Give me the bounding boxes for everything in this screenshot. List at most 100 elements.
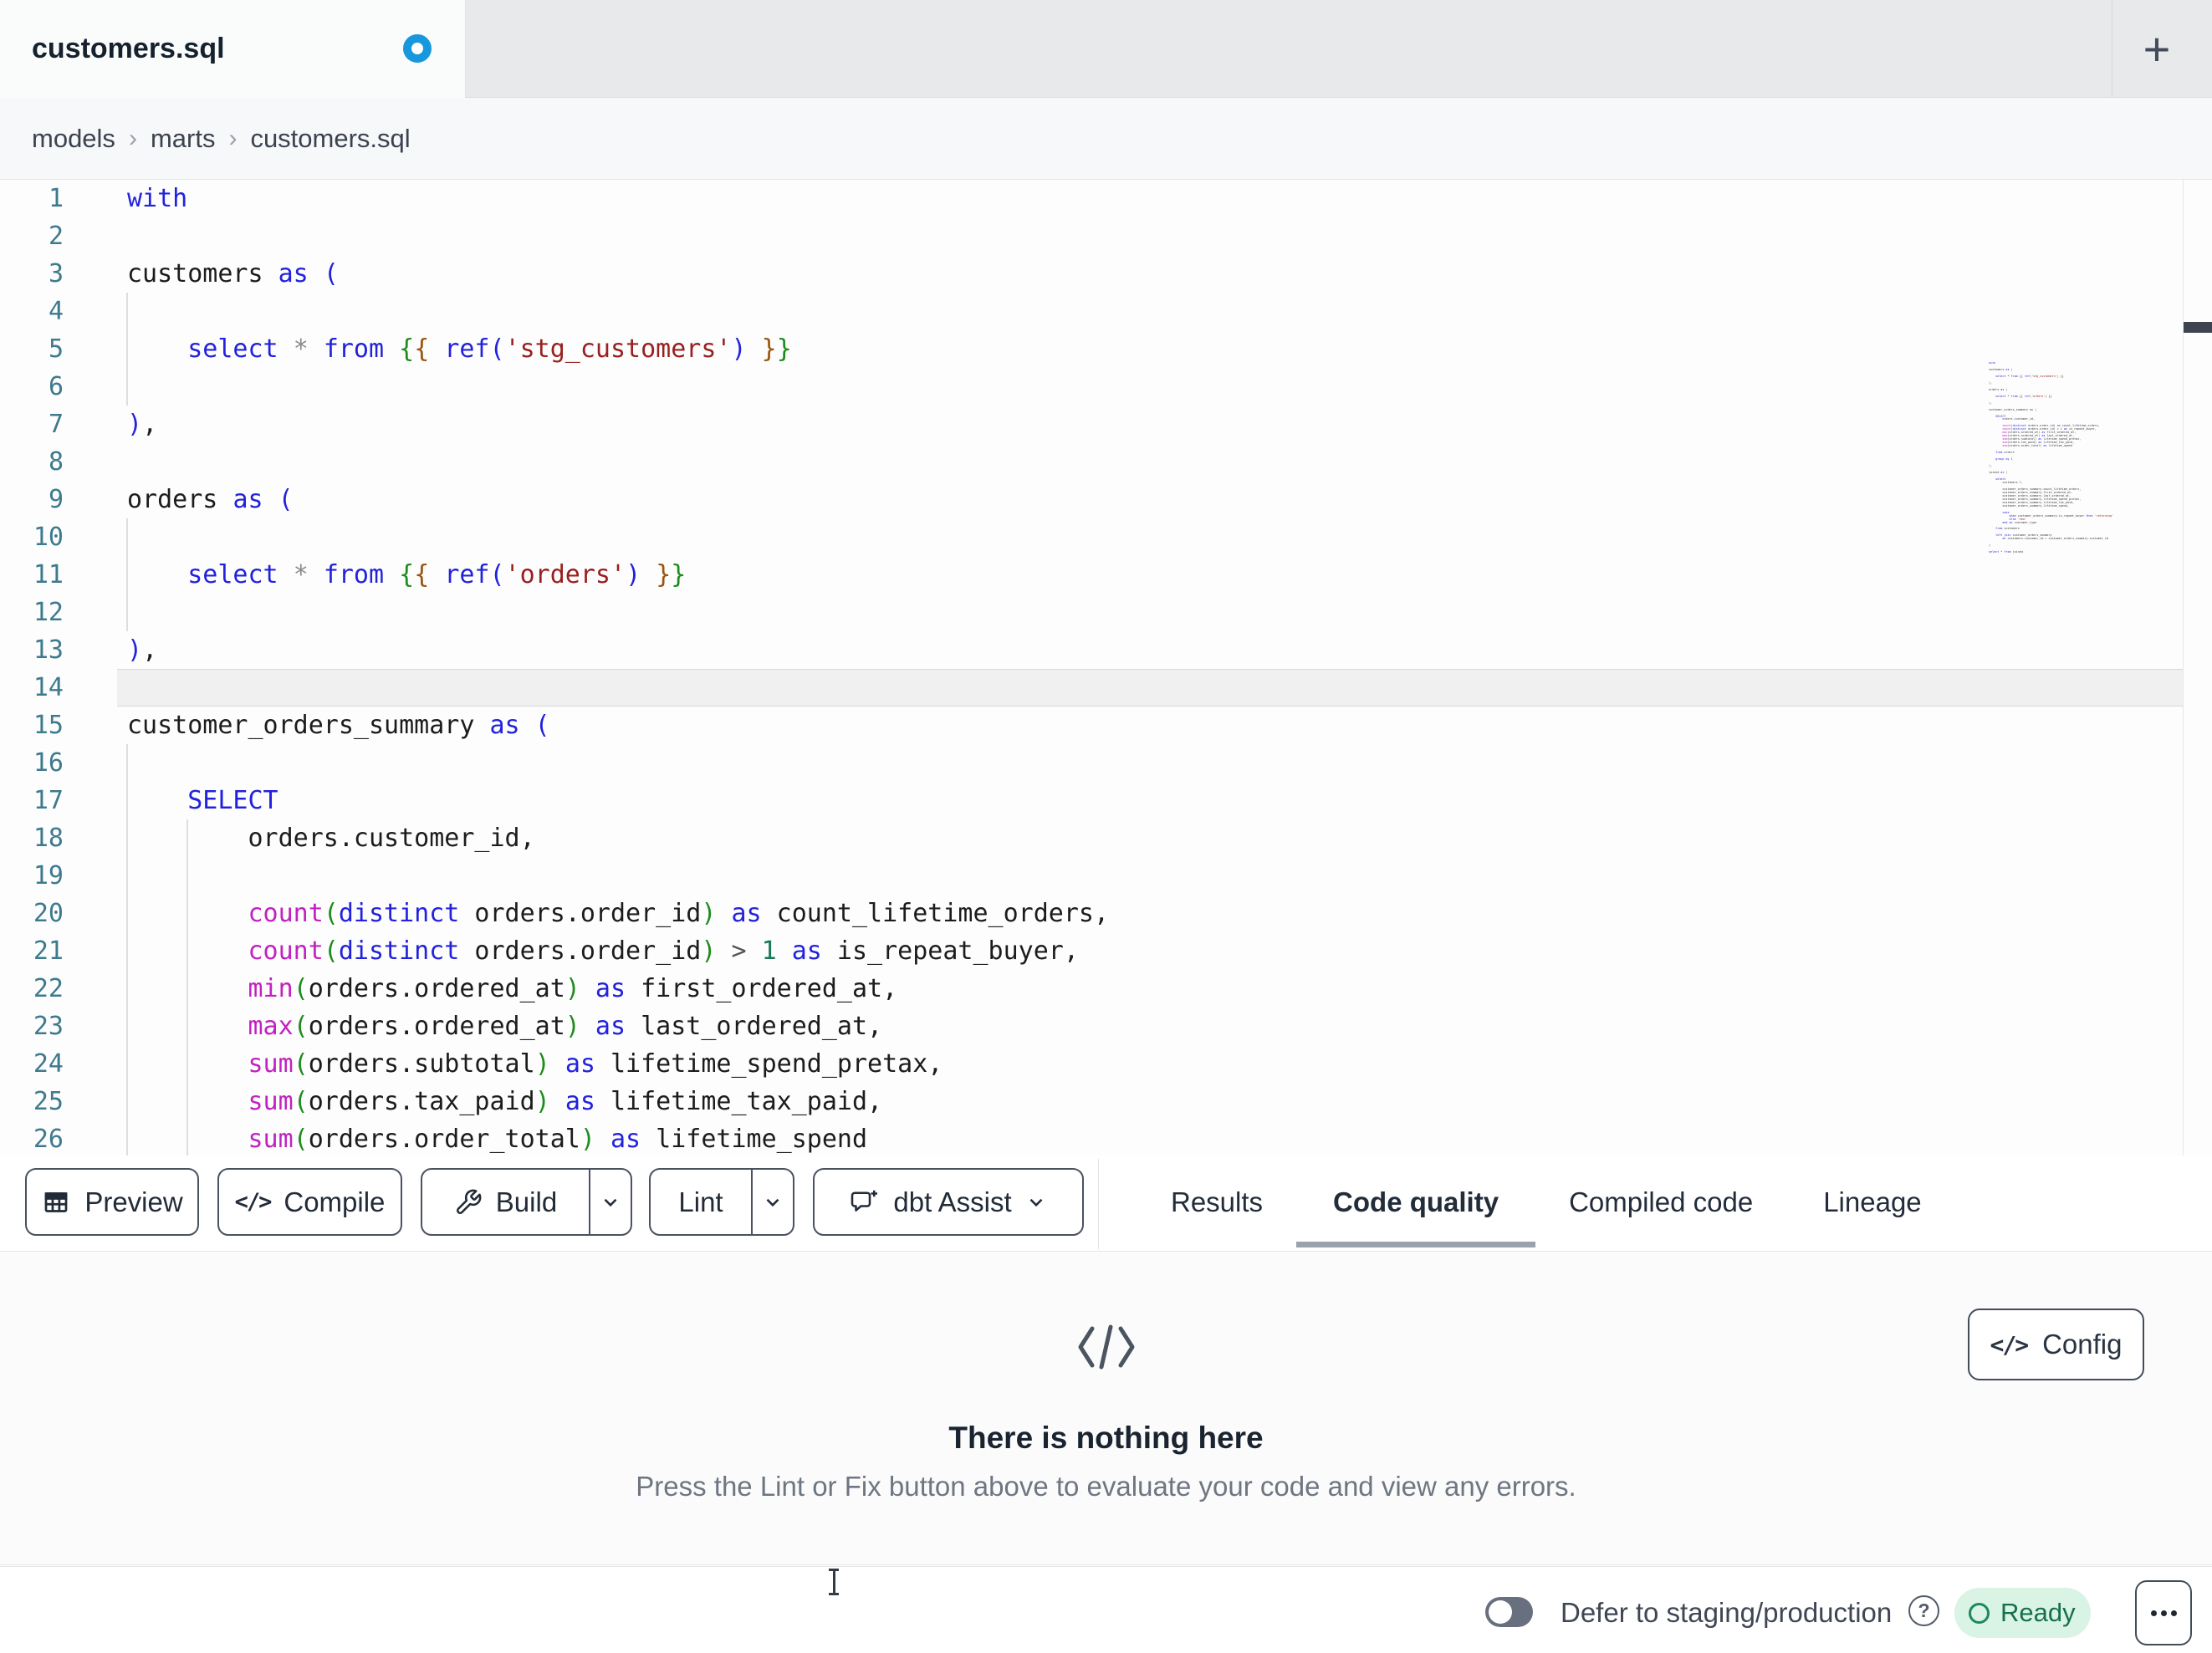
line-number: 11 — [33, 560, 64, 589]
file-tab-customers-sql[interactable]: customers.sql — [0, 0, 466, 98]
code-line[interactable]: 25 sum(orders.tax_paid) as lifetime_tax_… — [0, 1083, 2212, 1120]
indent-guide — [126, 518, 128, 556]
status-bar: Defer to staging/production ? Ready — [0, 1566, 2212, 1653]
empty-state-title: There is nothing here — [948, 1421, 1264, 1455]
bottom-toolbar: Preview </> Compile Build Lint dbt Assis… — [0, 1156, 2212, 1252]
line-number: 5 — [48, 334, 64, 364]
code-line[interactable]: 10 — [0, 518, 2212, 556]
code-line[interactable]: 19 — [0, 857, 2212, 895]
compile-button[interactable]: </> Compile — [217, 1168, 402, 1236]
preview-button[interactable]: Preview — [25, 1168, 199, 1236]
line-number: 16 — [33, 748, 64, 778]
defer-label: Defer to staging/production — [1561, 1597, 1893, 1628]
code-line[interactable]: 15 customer_orders_summary as ( — [0, 707, 2212, 744]
dbt-ide-window: customers.sql + models › marts › customers.s… — [0, 0, 2212, 1653]
line-number: 7 — [48, 410, 64, 439]
code-line[interactable]: 14 — [0, 669, 2212, 707]
line-number: 17 — [33, 786, 64, 815]
code-line[interactable]: 8 — [0, 443, 2212, 481]
line-number: 26 — [33, 1125, 64, 1154]
preview-button-label: Preview — [84, 1186, 183, 1217]
build-dropdown-button[interactable] — [590, 1170, 631, 1234]
help-icon[interactable]: ? — [1908, 1595, 1939, 1626]
code-brackets-empty-icon — [1074, 1323, 1139, 1371]
line-number: 19 — [33, 861, 64, 890]
status-badge-label: Ready — [2000, 1598, 2076, 1627]
code-line[interactable]: 16 — [0, 744, 2212, 782]
code-line[interactable]: 9 orders as ( — [0, 481, 2212, 518]
toolbar-tabs-divider — [1098, 1159, 1099, 1249]
dbt-assist-button[interactable]: dbt Assist — [813, 1168, 1084, 1236]
mouse-cursor-ibeam — [827, 1569, 840, 1595]
panel-tab-lineage[interactable]: Lineage — [1823, 1156, 1921, 1249]
breadcrumb-item[interactable]: customers.sql — [250, 124, 410, 154]
build-button-label: Build — [495, 1186, 558, 1217]
editor-minimap[interactable]: with customers as ( select * from {{ ref(… — [1989, 362, 2183, 559]
code-line[interactable]: 3 customers as ( — [0, 255, 2212, 293]
new-tab-button[interactable]: + — [2128, 15, 2186, 82]
config-button-label: Config — [2042, 1329, 2123, 1360]
defer-toggle[interactable] — [1485, 1597, 1533, 1627]
code-line[interactable]: 5 select * from {{ ref('stg_customers') … — [0, 330, 2212, 368]
empty-state-subtitle: Press the Lint or Fix button above to ev… — [636, 1471, 1576, 1502]
code-line[interactable]: 7), — [0, 406, 2212, 443]
panel-tab-compiled-code[interactable]: Compiled code — [1569, 1156, 1753, 1249]
breadcrumb-item[interactable]: marts — [151, 124, 216, 154]
build-button[interactable]: Build — [422, 1170, 589, 1234]
panel-tab-results[interactable]: Results — [1171, 1156, 1263, 1249]
code-line[interactable]: 24 sum(orders.subtotal) as lifetime_spen… — [0, 1045, 2212, 1083]
code-line[interactable]: 23 max(orders.ordered_at) as last_ordere… — [0, 1008, 2212, 1045]
line-number: 4 — [48, 297, 64, 326]
line-number: 6 — [48, 372, 64, 401]
line-number: 15 — [33, 711, 64, 740]
line-number: 9 — [48, 485, 64, 514]
breadcrumb-separator: › — [128, 125, 137, 152]
editor-tab-bar: customers.sql + — [0, 0, 2212, 98]
chat-sparkle-icon — [850, 1187, 880, 1217]
lint-split-button: Lint — [649, 1168, 794, 1236]
code-editor[interactable]: 1 with 2 3 customers as ( 4 5 select * from {{… — [0, 180, 2212, 1158]
code-line[interactable]: 11 select * from {{ ref('orders') }} — [0, 556, 2212, 594]
lint-dropdown-button[interactable] — [753, 1170, 793, 1234]
code-brackets-icon: </> — [1990, 1330, 2030, 1359]
code-lines: 1 with 2 3 customers as ( 4 5 select * from {{… — [0, 180, 2212, 1158]
code-line[interactable]: 2 — [0, 217, 2212, 255]
indent-guide — [126, 857, 128, 895]
dbt-assist-button-label: dbt Assist — [893, 1186, 1012, 1217]
lint-button-label: Lint — [678, 1186, 723, 1217]
code-line[interactable]: 6 — [0, 368, 2212, 406]
line-number: 20 — [33, 899, 64, 928]
breadcrumb-item[interactable]: models — [32, 124, 115, 154]
line-number: 21 — [33, 936, 64, 966]
more-options-button[interactable] — [2135, 1580, 2192, 1645]
line-number: 1 — [48, 184, 64, 213]
code-line[interactable]: 20 count(distinct orders.order_id) as co… — [0, 895, 2212, 932]
code-line[interactable]: 22 min(orders.ordered_at) as first_order… — [0, 970, 2212, 1008]
code-line[interactable]: 26 sum(orders.order_total) as lifetime_s… — [0, 1120, 2212, 1158]
unsaved-changes-icon — [403, 34, 432, 63]
line-number: 3 — [48, 259, 64, 288]
chevron-down-icon — [762, 1191, 784, 1213]
breadcrumb: models › marts › customers.sql — [32, 98, 411, 180]
toggle-knob — [1489, 1600, 1512, 1624]
code-line[interactable]: 4 — [0, 293, 2212, 330]
code-line[interactable]: 18 orders.customer_id, — [0, 819, 2212, 857]
line-number: 8 — [48, 447, 64, 477]
build-split-button: Build — [421, 1168, 632, 1236]
indent-guide — [126, 368, 128, 406]
code-line[interactable]: 17 SELECT — [0, 782, 2212, 819]
code-line[interactable]: 13), — [0, 631, 2212, 669]
chevron-down-icon — [600, 1191, 621, 1213]
config-button[interactable]: </> Config — [1968, 1309, 2144, 1380]
line-number: 13 — [33, 635, 64, 665]
code-line[interactable]: 21 count(distinct orders.order_id) > 1 a… — [0, 932, 2212, 970]
line-number: 18 — [33, 824, 64, 853]
code-line[interactable]: 1 with — [0, 180, 2212, 217]
panel-tab-code-quality[interactable]: Code quality — [1296, 1156, 1536, 1249]
status-badge[interactable]: Ready — [1954, 1588, 2091, 1638]
panel-tab-strip: Results Code quality Compiled code Lineage — [1171, 1156, 1922, 1249]
lint-button[interactable]: Lint — [651, 1170, 751, 1234]
compile-button-label: Compile — [284, 1186, 386, 1217]
code-line[interactable]: 12 — [0, 594, 2212, 631]
editor-scrollbar-thumb[interactable] — [2184, 322, 2212, 333]
